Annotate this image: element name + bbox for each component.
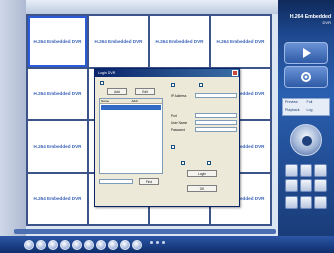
- remember-checkbox[interactable]: [171, 145, 175, 149]
- brand-subtitle: DVR: [322, 19, 331, 25]
- layout-6-button[interactable]: [299, 179, 313, 192]
- dvr-client-window: H.264 Embedded DVR H.264 Embedded DVR H.…: [0, 0, 334, 253]
- mode-labels: Preview Full Playback Log: [282, 98, 330, 116]
- record-button[interactable]: [96, 240, 106, 250]
- pause-button[interactable]: [48, 240, 58, 250]
- timeline-strip[interactable]: [14, 229, 276, 234]
- find-input[interactable]: [99, 179, 133, 184]
- transport-controls: [24, 239, 142, 251]
- ok-button[interactable]: OK: [187, 185, 217, 192]
- fast-forward-button[interactable]: [84, 240, 94, 250]
- ip-address-field[interactable]: [195, 93, 237, 98]
- camera-label: H.264 Embedded DVR: [33, 196, 82, 202]
- settings-button[interactable]: [284, 66, 328, 88]
- ptz-control[interactable]: [290, 124, 322, 156]
- mode-log-label[interactable]: Log: [307, 108, 328, 115]
- play-icon: [303, 48, 311, 58]
- edit-label: Edit: [142, 89, 148, 94]
- camera-label: H.264 Embedded DVR: [94, 38, 143, 44]
- camera-label: H.264 Embedded DVR: [216, 38, 265, 44]
- control-panel: H.264 Embedded DVR Preview Full Playback…: [278, 0, 334, 236]
- camera-cell[interactable]: H.264 Embedded DVR: [89, 16, 148, 67]
- login-dialog: Login DVR Add Edit Name Addr Find IP Add…: [94, 68, 240, 207]
- login-label: Login: [198, 171, 206, 176]
- layout-4-button[interactable]: [299, 164, 313, 177]
- layout-button[interactable]: [299, 196, 313, 209]
- full-screen-button[interactable]: [132, 240, 142, 250]
- layout-9-button[interactable]: [314, 164, 327, 177]
- stream-option[interactable]: [207, 161, 211, 165]
- find-label: Find: [145, 179, 153, 184]
- add-button[interactable]: Add: [107, 88, 127, 95]
- auto-login-checkbox[interactable]: [100, 81, 104, 85]
- option-radio[interactable]: [171, 83, 175, 87]
- layout-1-button[interactable]: [285, 164, 298, 177]
- layout-selector: [285, 164, 327, 192]
- snapshot-button[interactable]: [108, 240, 118, 250]
- edit-button[interactable]: Edit: [135, 88, 155, 95]
- layout-8-button[interactable]: [314, 179, 327, 192]
- layout-button[interactable]: [314, 196, 327, 209]
- port-field[interactable]: [195, 113, 237, 118]
- settings-icon: [301, 72, 311, 82]
- device-list-header: Name Addr: [100, 99, 162, 104]
- step-button[interactable]: [72, 240, 82, 250]
- mode-preview-label[interactable]: Preview: [285, 100, 306, 107]
- password-label: Password: [171, 128, 185, 132]
- camera-label: H.264 Embedded DVR: [155, 38, 204, 44]
- camera-cell[interactable]: H.264 Embedded DVR: [28, 16, 87, 67]
- option-radio[interactable]: [199, 83, 203, 87]
- audio-button[interactable]: [120, 240, 130, 250]
- find-button[interactable]: Find: [139, 178, 159, 185]
- column-addr: Addr: [131, 99, 138, 103]
- column-name: Name: [101, 99, 110, 103]
- camera-label: H.264 Embedded DVR: [33, 143, 82, 149]
- play-button[interactable]: [36, 240, 46, 250]
- mode-full-label[interactable]: Full: [307, 100, 328, 107]
- preview-button[interactable]: [284, 42, 328, 64]
- ok-label: OK: [199, 186, 205, 191]
- layout-button[interactable]: [285, 196, 298, 209]
- dialog-titlebar: Login DVR: [95, 69, 239, 77]
- stream-option[interactable]: [181, 161, 185, 165]
- brand-logo: H.264 Embedded DVR: [278, 0, 334, 38]
- user-name-field[interactable]: [195, 120, 237, 125]
- user-label: User Name: [171, 121, 188, 125]
- device-list[interactable]: Name Addr: [99, 98, 163, 174]
- camera-label: H.264 Embedded DVR: [33, 38, 82, 44]
- camera-cell[interactable]: H.264 Embedded DVR: [150, 16, 209, 67]
- add-label: Add: [114, 89, 120, 94]
- login-button[interactable]: Login: [187, 170, 217, 177]
- camera-cell[interactable]: H.264 Embedded DVR: [28, 121, 87, 172]
- camera-cell[interactable]: H.264 Embedded DVR: [28, 173, 87, 224]
- list-item[interactable]: [101, 105, 161, 110]
- volume-indicator[interactable]: [150, 241, 165, 244]
- ip-label: IP Address: [171, 94, 187, 98]
- close-icon[interactable]: [232, 70, 238, 76]
- layout-selector-row2: [285, 196, 327, 209]
- rewind-button[interactable]: [24, 240, 34, 250]
- camera-cell[interactable]: H.264 Embedded DVR: [211, 16, 270, 67]
- dialog-title: Login DVR: [98, 71, 116, 75]
- stop-button[interactable]: [60, 240, 70, 250]
- password-field[interactable]: [195, 127, 237, 132]
- mode-playback-label[interactable]: Playback: [285, 108, 306, 115]
- camera-cell[interactable]: H.264 Embedded DVR: [28, 68, 87, 119]
- layout-16-button[interactable]: [285, 179, 298, 192]
- port-label: Port: [171, 114, 177, 118]
- camera-label: H.264 Embedded DVR: [33, 91, 82, 97]
